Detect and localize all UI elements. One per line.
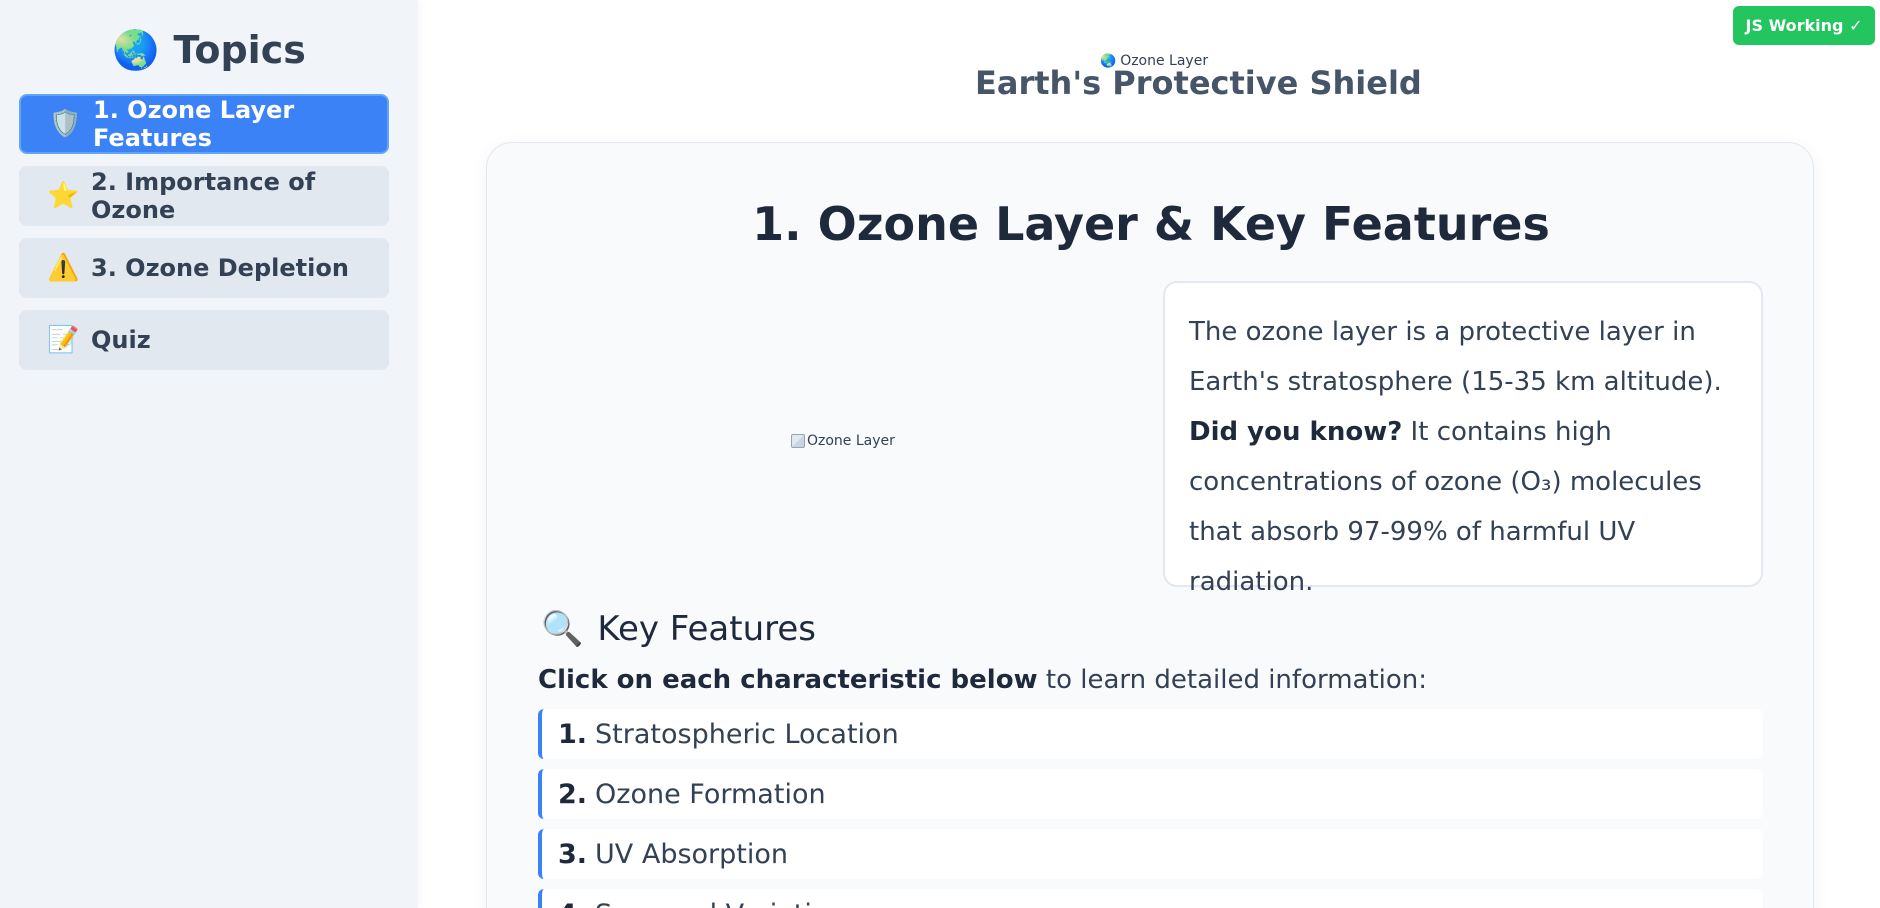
info-text: The ozone layer is a protective layer in… bbox=[1189, 317, 1722, 397]
js-status-badge: JS Working ✓ bbox=[1733, 6, 1875, 45]
features-instruction: Click on each characteristic below to le… bbox=[538, 665, 1427, 695]
sidebar-item-ozone-features[interactable]: 🛡️ 1. Ozone Layer Features bbox=[19, 94, 389, 154]
did-you-know-label: Did you know? bbox=[1189, 417, 1403, 447]
info-card: The ozone layer is a protective layer in… bbox=[1163, 281, 1763, 597]
sidebar-item-depletion[interactable]: ⚠️ 3. Ozone Depletion bbox=[19, 238, 389, 298]
feature-item-ozone-formation[interactable]: 2. Ozone Formation bbox=[538, 769, 1763, 819]
section-title: 1. Ozone Layer & Key Features bbox=[752, 197, 1550, 251]
globe-icon: 🌏 bbox=[112, 28, 160, 72]
feature-number: 1. bbox=[558, 718, 588, 750]
page-title: Earth's Protective Shield bbox=[975, 64, 1422, 102]
features-heading: 🔍 Key Features bbox=[541, 609, 816, 649]
features-heading-text: Key Features bbox=[597, 609, 816, 649]
sidebar-title: 🌏 Topics bbox=[19, 26, 399, 74]
feature-item-stratospheric-location[interactable]: 1. Stratospheric Location bbox=[538, 709, 1763, 759]
sidebar-item-label: Quiz bbox=[91, 326, 151, 354]
instruction-rest: to learn detailed information: bbox=[1037, 665, 1428, 695]
feature-label: UV Absorption bbox=[595, 838, 789, 870]
feature-item-seasonal-variations[interactable]: 4. Seasonal Variations bbox=[538, 889, 1763, 908]
feature-list: 1. Stratospheric Location 2. Ozone Forma… bbox=[538, 709, 1763, 908]
star-icon: ⭐ bbox=[47, 181, 80, 211]
feature-number: 4. bbox=[558, 899, 587, 908]
sidebar-item-importance[interactable]: ⭐ 2. Importance of Ozone bbox=[19, 166, 389, 226]
sidebar-title-text: Topics bbox=[173, 28, 306, 72]
ozone-image-alt: Ozone Layer bbox=[807, 433, 895, 449]
feature-item-uv-absorption[interactable]: 3. UV Absorption bbox=[538, 829, 1763, 879]
shield-icon: 🛡️ bbox=[49, 109, 82, 139]
magnifying-glass-icon: 🔍 bbox=[541, 609, 584, 649]
feature-label: Stratospheric Location bbox=[595, 718, 899, 750]
warning-icon: ⚠️ bbox=[47, 253, 80, 283]
sidebar: 🌏 Topics 🛡️ 1. Ozone Layer Features ⭐ 2.… bbox=[0, 0, 418, 908]
ozone-image: Ozone Layer bbox=[791, 433, 895, 449]
feature-number: 3. bbox=[558, 838, 588, 870]
sidebar-item-label: 1. Ozone Layer Features bbox=[93, 96, 295, 152]
feature-label: Ozone Formation bbox=[595, 778, 826, 810]
sidebar-item-quiz[interactable]: 📝 Quiz bbox=[19, 310, 389, 370]
memo-icon: 📝 bbox=[47, 325, 80, 355]
feature-label: Seasonal Variations bbox=[595, 899, 859, 908]
instruction-bold: Click on each characteristic below bbox=[538, 665, 1038, 695]
content-panel: 1. Ozone Layer & Key Features Ozone Laye… bbox=[486, 142, 1814, 908]
sidebar-item-label: 3. Ozone Depletion bbox=[91, 254, 349, 282]
feature-number: 2. bbox=[558, 778, 588, 810]
broken-image-icon bbox=[791, 434, 805, 448]
sidebar-item-label: 2. Importance of Ozone bbox=[91, 168, 316, 224]
